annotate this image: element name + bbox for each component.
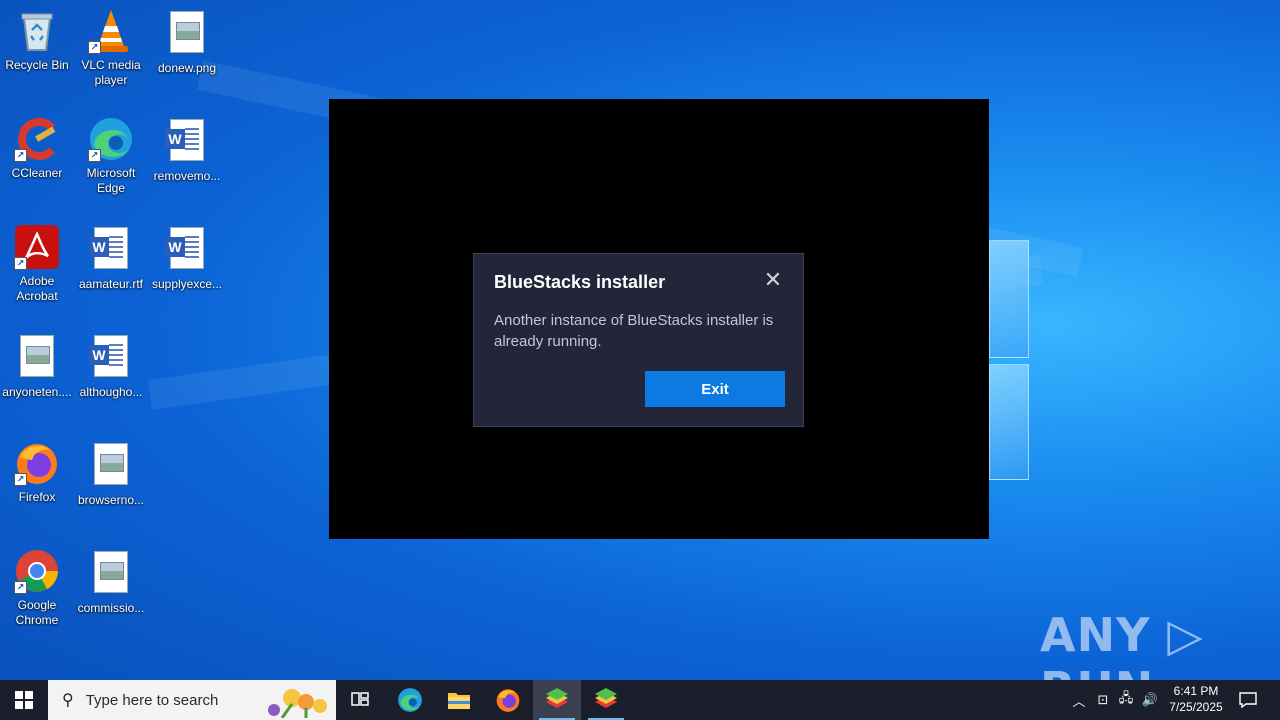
folder-icon — [448, 693, 470, 709]
tray-network-button[interactable]: 🖧 — [1115, 680, 1137, 720]
desktop-icon-label: VLC media player — [81, 58, 141, 87]
taskbar-bluestacks-button[interactable] — [533, 680, 581, 720]
firefox-icon — [496, 689, 520, 712]
shortcut-arrow-icon: ↗ — [88, 149, 101, 162]
taskbar-file-explorer-button[interactable] — [435, 680, 483, 720]
task-view-button[interactable] — [336, 680, 384, 720]
desktop-icon-label: Adobe Acrobat — [16, 274, 58, 303]
show-hidden-icons-button[interactable]: ︿ — [1068, 680, 1090, 720]
desktop-icon-label: Recycle Bin — [5, 58, 69, 72]
edge-icon — [398, 688, 422, 712]
desktop-icon-ccleaner[interactable]: ↗ CCleaner — [0, 116, 74, 181]
word-document-icon: W — [164, 227, 210, 273]
word-document-icon: W — [88, 227, 134, 273]
device-icon: ⊡ — [1097, 692, 1109, 707]
word-document-icon: W — [164, 119, 210, 165]
desktop-icon-microsoft-edge[interactable]: ↗ Microsoft Edge — [74, 116, 148, 196]
desktop-icon-label: althougho... — [79, 385, 143, 399]
desktop-icon-browserno[interactable]: browserno... — [74, 440, 148, 508]
tray-device-icon-button[interactable]: ⊡ — [1092, 680, 1114, 720]
image-file-icon — [88, 551, 134, 597]
desktop-icon-google-chrome[interactable]: ↗ Google Chrome — [0, 548, 74, 628]
shortcut-arrow-icon: ↗ — [14, 581, 27, 594]
windows-logo-pane — [989, 240, 1029, 358]
desktop-icon-label: browserno... — [77, 493, 145, 507]
image-file-icon — [14, 335, 60, 381]
start-button[interactable] — [0, 680, 48, 720]
tray-volume-button[interactable]: 🔊 — [1139, 680, 1161, 720]
word-document-icon: W — [88, 335, 134, 381]
edge-icon: ↗ — [88, 116, 134, 162]
desktop-icon-label: supplyexce... — [151, 277, 223, 291]
speaker-icon: 🔊 — [1141, 692, 1159, 707]
desktop-icon-label: Firefox — [18, 490, 56, 504]
bluestacks-icon — [595, 688, 617, 708]
desktop-icon-removemo[interactable]: W removemo... — [150, 116, 224, 184]
taskbar-edge-button[interactable] — [386, 680, 434, 720]
desktop-icon-supplyexce[interactable]: W supplyexce... — [150, 224, 224, 292]
image-file-icon — [164, 11, 210, 57]
desktop-icon-aamateur[interactable]: W aamateur.rtf — [74, 224, 148, 292]
ccleaner-icon: ↗ — [14, 116, 60, 162]
taskbar-clock[interactable]: 6:41 PM 7/25/2025 — [1160, 683, 1232, 715]
taskbar-firefox-button[interactable] — [484, 680, 532, 720]
desktop-icon-label: Microsoft Edge — [86, 166, 136, 195]
desktop-icon-vlc[interactable]: ↗ VLC media player — [74, 8, 148, 88]
desktop-icon-label: anyoneten.... — [2, 385, 72, 399]
image-file-icon — [88, 443, 134, 489]
desktop-icon-label: removemo... — [153, 169, 221, 183]
network-icon: 🖧 — [1118, 690, 1134, 705]
desktop-icon-firefox[interactable]: ↗ Firefox — [0, 440, 74, 505]
windows-logo-pane — [989, 364, 1029, 480]
shortcut-arrow-icon: ↗ — [14, 149, 27, 162]
shortcut-arrow-icon: ↗ — [88, 41, 101, 54]
desktop-icon-adobe-acrobat[interactable]: ↗ Adobe Acrobat — [0, 224, 74, 304]
shortcut-arrow-icon: ↗ — [14, 473, 27, 486]
task-view-icon — [351, 692, 369, 706]
chrome-icon: ↗ — [14, 548, 60, 594]
taskbar-bluestacks-button[interactable] — [582, 680, 630, 720]
search-input[interactable] — [83, 690, 268, 710]
taskbar-search-box[interactable]: ⚲ — [48, 680, 336, 720]
adobe-acrobat-icon: ↗ — [14, 224, 60, 270]
dialog-title: BlueStacks installer — [494, 272, 666, 292]
clock-time: 6:41 PM — [1173, 684, 1219, 698]
desktop-icon-althougho[interactable]: W althougho... — [74, 332, 148, 400]
desktop-icon-label: donew.png — [157, 61, 217, 75]
taskbar: ⚲ ︿ ⊡ 🖧 🔊 6:41 PM 7/25/2025 — [0, 680, 1280, 720]
desktop-icon-label: aamateur.rtf — [78, 277, 144, 291]
notification-icon — [1239, 692, 1257, 708]
recycle-bin-icon — [14, 8, 60, 54]
exit-button[interactable]: Exit — [645, 371, 785, 407]
search-icon: ⚲ — [62, 692, 74, 709]
desktop-icon-donew[interactable]: donew.png — [150, 8, 224, 76]
shortcut-arrow-icon: ↗ — [14, 257, 27, 270]
desktop-icon-label: commissio... — [77, 601, 145, 615]
desktop-icon-anyoneten[interactable]: anyoneten.... — [0, 332, 74, 400]
dialog-message: Another instance of BlueStacks installer… — [494, 312, 774, 350]
windows-start-icon — [15, 691, 33, 709]
error-dialog: BlueStacks installer ✕ Another instance … — [473, 253, 804, 427]
bluestacks-icon — [546, 688, 568, 708]
desktop-icon-commissio[interactable]: commissio... — [74, 548, 148, 616]
clock-date: 7/25/2025 — [1169, 700, 1223, 714]
chevron-up-icon: ︿ — [1072, 693, 1086, 709]
desktop-icon-label: CCleaner — [11, 166, 63, 180]
action-center-button[interactable] — [1234, 680, 1262, 720]
desktop-icon-label: Google Chrome — [15, 598, 59, 627]
search-highlight-flowers-icon — [268, 689, 327, 718]
close-icon[interactable]: ✕ — [763, 269, 783, 291]
vlc-cone-icon: ↗ — [88, 8, 134, 54]
desktop-icon-recycle-bin[interactable]: Recycle Bin — [0, 8, 74, 73]
firefox-icon: ↗ — [14, 440, 60, 486]
